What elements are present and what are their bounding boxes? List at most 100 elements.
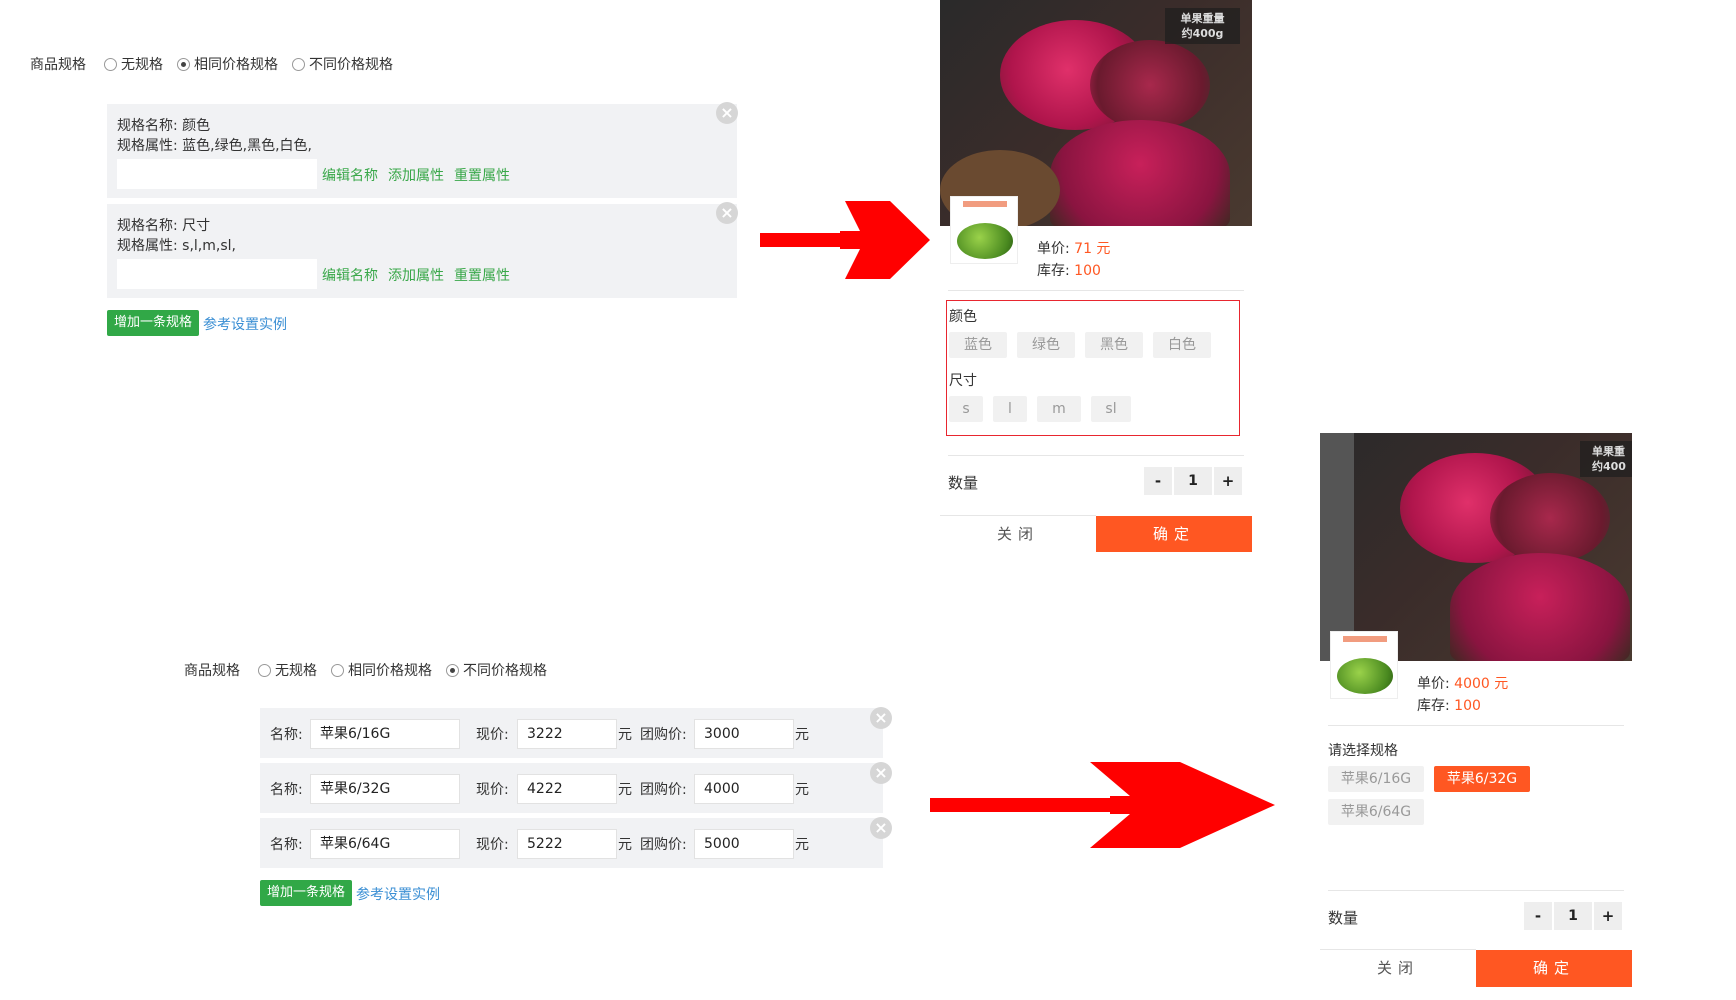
spec-actions: 编辑名称 添加属性 重置属性 [322, 165, 520, 185]
close-button[interactable]: 关闭 [940, 516, 1096, 552]
spec-card-color: 规格名称: 颜色 规格属性: 蓝色,绿色,黑色,白色, 编辑名称 添加属性 重置… [107, 104, 737, 198]
product-image: 单果重量 约400g [940, 0, 1252, 226]
close-icon[interactable]: × [870, 817, 892, 839]
reset-attr-link[interactable]: 重置属性 [454, 265, 510, 285]
group-price-input[interactable]: 4000 [694, 774, 794, 804]
radio-same-price[interactable]: 相同价格规格 [177, 54, 278, 74]
group-price-input[interactable]: 3000 [694, 719, 794, 749]
weight-badge: 单果重 约400 [1580, 441, 1632, 477]
right-arrow-icon [760, 201, 930, 279]
spec-attr-line: 规格属性: s,l,m,sl, [117, 238, 236, 254]
spec-chip[interactable]: 苹果6/64G [1328, 799, 1424, 825]
reference-example-link[interactable]: 参考设置实例 [203, 314, 287, 334]
radio-circle-icon [292, 57, 305, 71]
edit-name-link[interactable]: 编辑名称 [322, 265, 378, 285]
spec-chip-selected[interactable]: 苹果6/32G [1434, 766, 1530, 792]
spec-name-input[interactable]: 苹果6/64G [310, 829, 460, 859]
confirm-button[interactable]: 确定 [1476, 950, 1632, 987]
spec-name-input[interactable]: 苹果6/16G [310, 719, 460, 749]
close-icon[interactable]: × [870, 762, 892, 784]
increment-button[interactable]: + [1594, 902, 1622, 930]
radio-diff-price[interactable]: 不同价格规格 [446, 660, 547, 680]
quantity-value[interactable]: 1 [1174, 467, 1212, 495]
spec-chip[interactable]: 白色 [1153, 332, 1211, 358]
add-spec-button[interactable]: 增加一条规格 [107, 310, 199, 336]
unit-label: 元 [795, 837, 809, 853]
spec-chip[interactable]: 黑色 [1085, 332, 1143, 358]
spec-chip[interactable]: s [949, 396, 983, 422]
stock: 库存: 100 [1417, 698, 1481, 714]
quantity-stepper: - 1 + [1524, 902, 1622, 930]
product-thumbnail [950, 196, 1018, 264]
divider [948, 290, 1244, 291]
spec-chip[interactable]: sl [1091, 396, 1131, 422]
price-label: 现价: [476, 727, 509, 743]
unit-label: 元 [618, 782, 632, 798]
close-icon[interactable]: × [716, 202, 738, 224]
spec-name-line: 规格名称: 颜色 [117, 118, 211, 134]
product-thumbnail [1330, 631, 1398, 699]
spec-type-selector-top: 商品规格 无规格 相同价格规格 不同价格规格 [30, 54, 407, 74]
add-attr-link[interactable]: 添加属性 [388, 265, 444, 285]
name-label: 名称: [270, 727, 303, 743]
price-label: 现价: [476, 837, 509, 853]
price-value: 71 元 [1074, 241, 1111, 257]
price-input[interactable]: 3222 [517, 719, 617, 749]
spec-attr-input[interactable] [117, 159, 317, 189]
radio-circle-icon [331, 663, 344, 677]
weight-badge: 单果重量 约400g [1165, 8, 1240, 44]
divider [948, 455, 1244, 456]
spec-group-title: 颜色 [949, 309, 977, 325]
spec-chip[interactable]: 绿色 [1017, 332, 1075, 358]
spec-chip[interactable]: l [993, 396, 1027, 422]
decrement-button[interactable]: - [1144, 467, 1172, 495]
radio-same-price[interactable]: 相同价格规格 [331, 660, 432, 680]
radio-circle-icon [104, 57, 117, 71]
size-chips: s l m sl [949, 396, 1131, 422]
unit-label: 元 [618, 727, 632, 743]
divider [1328, 890, 1624, 891]
close-icon[interactable]: × [716, 102, 738, 124]
spec-attr-line: 规格属性: 蓝色,绿色,黑色,白色, [117, 138, 312, 154]
quantity-stepper: - 1 + [1144, 467, 1242, 495]
color-chips: 蓝色 绿色 黑色 白色 [949, 332, 1211, 358]
spec-chip[interactable]: m [1037, 396, 1081, 422]
close-button[interactable]: 关闭 [1320, 950, 1476, 987]
unit-price: 单价: 71 元 [1037, 241, 1111, 257]
price-input[interactable]: 5222 [517, 829, 617, 859]
group-price-input[interactable]: 5000 [694, 829, 794, 859]
price-value: 4000 元 [1454, 676, 1509, 692]
spec-attr-input[interactable] [117, 259, 317, 289]
price-spec-row: 名称: 苹果6/64G 现价: 5222 元 团购价: 5000 元 [260, 818, 883, 868]
spec-chip[interactable]: 苹果6/16G [1328, 766, 1424, 792]
reference-example-link[interactable]: 参考设置实例 [356, 884, 440, 904]
add-spec-button[interactable]: 增加一条规格 [260, 880, 352, 906]
increment-button[interactable]: + [1214, 467, 1242, 495]
price-input[interactable]: 4222 [517, 774, 617, 804]
decrement-button[interactable]: - [1524, 902, 1552, 930]
radio-checked-icon [177, 57, 190, 71]
add-attr-link[interactable]: 添加属性 [388, 165, 444, 185]
spec-selection-highlight: 颜色 蓝色 绿色 黑色 白色 尺寸 s l m sl [946, 300, 1240, 436]
select-spec-title: 请选择规格 [1328, 743, 1398, 759]
unit-price: 单价: 4000 元 [1417, 676, 1509, 692]
radio-checked-icon [446, 663, 459, 677]
spec-chip[interactable]: 蓝色 [949, 332, 1007, 358]
edit-name-link[interactable]: 编辑名称 [322, 165, 378, 185]
confirm-button[interactable]: 确定 [1096, 516, 1252, 552]
spec-type-selector-bottom: 商品规格 无规格 相同价格规格 不同价格规格 [184, 660, 561, 680]
reset-attr-link[interactable]: 重置属性 [454, 165, 510, 185]
spec-name-input[interactable]: 苹果6/32G [310, 774, 460, 804]
name-label: 名称: [270, 782, 303, 798]
stock-value: 100 [1454, 698, 1481, 714]
price-spec-list: 名称: 苹果6/16G 现价: 3222 元 团购价: 3000 元 名称: 苹… [260, 708, 883, 868]
spec-label: 商品规格 [184, 663, 240, 679]
radio-no-spec[interactable]: 无规格 [258, 660, 317, 680]
price-label: 现价: [476, 782, 509, 798]
radio-diff-price[interactable]: 不同价格规格 [292, 54, 393, 74]
group-price-label: 团购价: [640, 727, 687, 743]
spec-group-title: 尺寸 [949, 373, 977, 389]
radio-no-spec[interactable]: 无规格 [104, 54, 163, 74]
quantity-value[interactable]: 1 [1554, 902, 1592, 930]
close-icon[interactable]: × [870, 707, 892, 729]
